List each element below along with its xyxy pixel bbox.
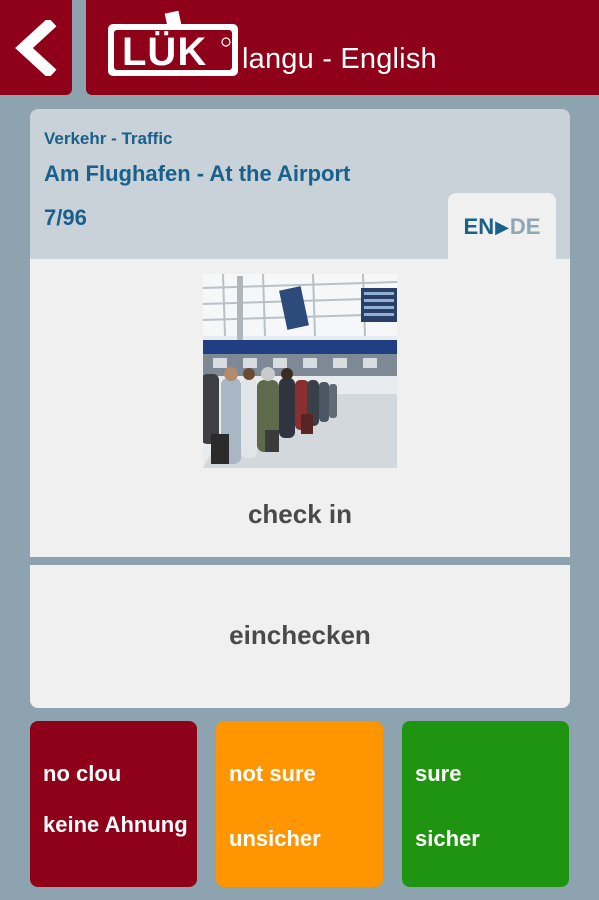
answer-card[interactable]: einchecken — [30, 565, 570, 708]
not-sure-label: not sure — [229, 761, 316, 786]
top-bar: LÜK langu - English — [0, 0, 599, 96]
unsicher-label: unsicher — [229, 826, 321, 851]
play-arrow-icon: ▶ — [495, 216, 509, 237]
sure-button[interactable]: sure sicher — [402, 721, 569, 887]
not-sure-button[interactable]: not sure unsicher — [216, 721, 383, 887]
luk-logo: LÜK — [108, 10, 238, 76]
category-label: Verkehr - Traffic — [44, 129, 173, 148]
lang-from: EN — [463, 214, 495, 239]
back-button[interactable] — [0, 0, 72, 95]
language-direction-toggle[interactable]: EN ▶ DE — [448, 193, 556, 261]
keine-ahnung-label: keine Ahnung — [43, 812, 188, 837]
topic-title: Am Flughafen - At the Airport — [44, 161, 351, 186]
lang-to: DE — [509, 214, 541, 239]
answer-word: einchecken — [229, 620, 371, 650]
question-card[interactable]: check in — [30, 259, 570, 557]
no-clou-button[interactable]: no clou keine Ahnung — [30, 721, 197, 887]
no-clou-label: no clou — [43, 761, 122, 786]
sicher-label: sicher — [415, 826, 480, 851]
title-bar: LÜK langu - English — [86, 0, 599, 95]
sure-label: sure — [415, 761, 462, 786]
question-word: check in — [247, 499, 353, 529]
card-header: Verkehr - Traffic Am Flughafen - At the … — [30, 109, 570, 261]
svg-text:LÜK: LÜK — [122, 29, 207, 74]
app-title: langu - English — [242, 43, 437, 75]
back-arrow-icon — [15, 19, 57, 76]
progress-counter: 7/96 — [44, 205, 87, 230]
airport-checkin-photo — [203, 274, 397, 468]
